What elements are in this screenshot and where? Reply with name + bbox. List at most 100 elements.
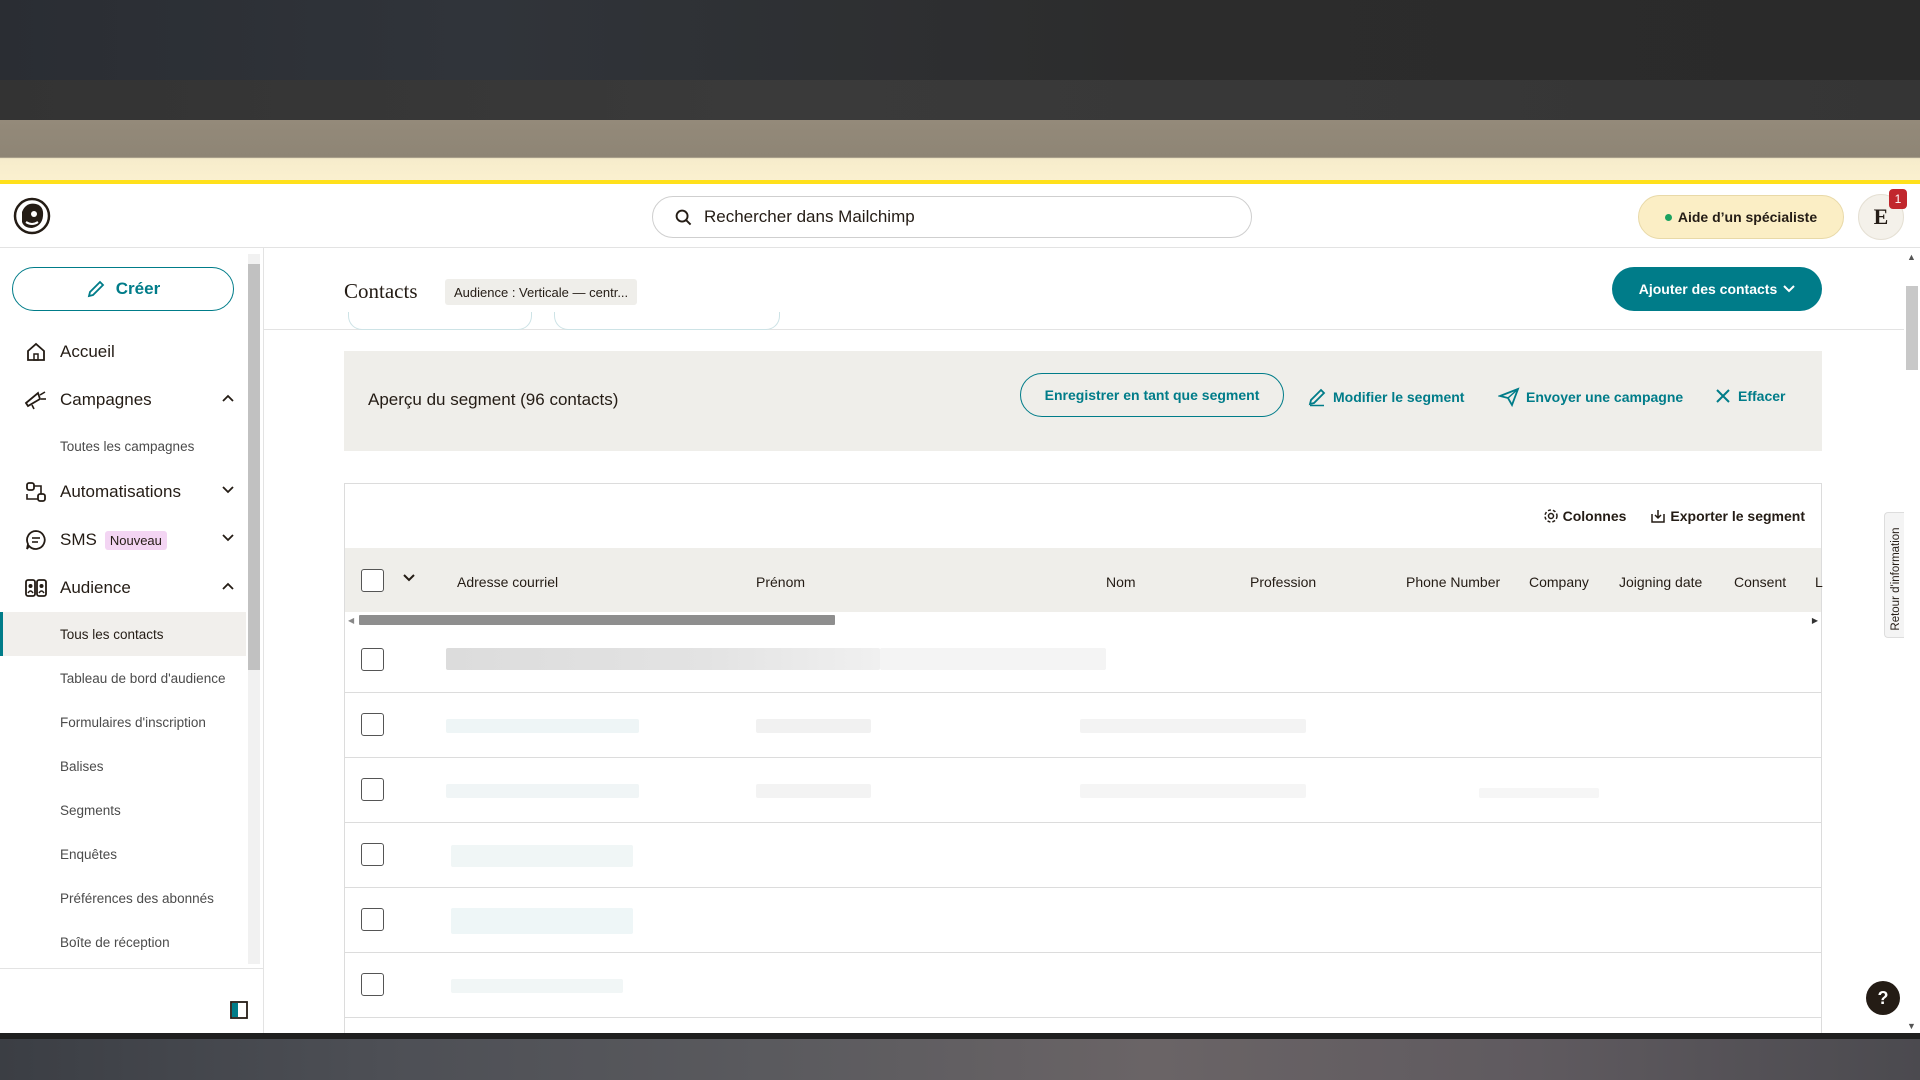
horizontal-scrollbar[interactable]: ◀ ▶ [345, 612, 1821, 628]
redacted-email [451, 908, 633, 934]
sidebar-item-toutes-les-campagnes[interactable]: Toutes les campagnes [0, 424, 246, 468]
column-header[interactable]: Company [1529, 574, 1589, 590]
nav-item-label: Campagnes [60, 390, 152, 409]
send-campaign-button[interactable]: Envoyer une campagne [1498, 387, 1683, 407]
online-status-dot [1664, 213, 1672, 221]
add-contacts-button[interactable]: Ajouter des contacts [1612, 267, 1822, 311]
column-header[interactable]: Joigning date [1619, 574, 1702, 590]
table-row[interactable] [345, 758, 1821, 823]
nav-item-audience[interactable]: Audience [0, 564, 246, 612]
sidebar-scrollbar-thumb[interactable] [248, 264, 260, 670]
nav-item-label: Accueil [60, 342, 115, 361]
table-row[interactable] [345, 953, 1821, 1018]
main-content: Contacts Audience : Verticale — centr...… [264, 248, 1920, 1033]
sidebar-item-preferences[interactable]: Préférences des abonnés [0, 876, 246, 920]
sidebar-scrollbar[interactable] [248, 254, 260, 964]
avatar-initial: E [1873, 204, 1889, 229]
row-checkbox[interactable] [361, 778, 384, 801]
clear-label: Effacer [1738, 388, 1786, 404]
row-checkbox[interactable] [361, 973, 384, 996]
sidebar-item-enquetes[interactable]: Enquêtes [0, 832, 246, 876]
page-title: Contacts [344, 279, 418, 303]
nav-item-label: SMS [60, 530, 97, 549]
create-button[interactable]: Créer [12, 267, 234, 311]
sidebar-item-formulaires[interactable]: Formulaires d'inscription [0, 700, 246, 744]
audience-icon [24, 576, 48, 600]
table-toolbar: Colonnes Exporter le segment [1519, 508, 1805, 524]
row-checkbox[interactable] [361, 908, 384, 931]
nav-item-label: Automatisations [60, 482, 181, 501]
help-button[interactable]: ? [1866, 981, 1900, 1015]
redacted-email [446, 719, 639, 733]
nav-item-campagnes[interactable]: Campagnes [0, 376, 246, 424]
redacted-first-name [756, 719, 871, 733]
table-row[interactable] [345, 888, 1821, 953]
column-header[interactable]: L [1815, 574, 1823, 590]
search-input[interactable]: Rechercher dans Mailchimp [652, 196, 1252, 238]
column-header[interactable]: Prénom [756, 574, 805, 590]
chevron-down-icon[interactable] [403, 574, 415, 582]
redacted-last-name [1080, 719, 1306, 733]
table-row[interactable] [345, 628, 1821, 693]
columns-button[interactable]: Colonnes [1543, 508, 1627, 524]
column-header[interactable]: Consent [1734, 574, 1786, 590]
automation-icon [24, 480, 48, 504]
column-header[interactable]: Profession [1250, 574, 1316, 590]
row-checkbox[interactable] [361, 713, 384, 736]
close-icon [1716, 389, 1730, 403]
select-all-checkbox[interactable] [361, 569, 384, 592]
save-segment-button[interactable]: Enregistrer en tant que segment [1020, 373, 1284, 417]
chevron-up-icon [222, 394, 234, 402]
scroll-right-arrow-icon[interactable]: ▶ [1812, 616, 1818, 625]
row-checkbox[interactable] [361, 843, 384, 866]
edit-segment-label: Modifier le segment [1333, 389, 1465, 405]
column-header[interactable]: Adresse courriel [457, 574, 558, 590]
redacted-first-name [880, 648, 1106, 670]
nav-item-sms[interactable]: SMS Nouveau [0, 516, 246, 564]
browser-address-bar [0, 80, 1920, 120]
clear-segment-button[interactable]: Effacer [1714, 387, 1785, 405]
column-header[interactable]: Phone Number [1406, 574, 1500, 590]
main-nav: Accueil Campagnes Toutes les campagnes A… [0, 328, 246, 964]
horizontal-scrollbar-thumb[interactable] [359, 615, 835, 625]
notice-banner [0, 120, 1920, 182]
export-segment-button[interactable]: Exporter le segment [1650, 508, 1805, 524]
collapse-sidebar-icon[interactable] [230, 1001, 248, 1019]
column-header[interactable]: Nom [1106, 574, 1136, 590]
redacted-last-name [1080, 784, 1306, 798]
sidebar-item-tous-les-contacts[interactable]: Tous les contacts [0, 612, 246, 656]
audience-chip[interactable]: Audience : Verticale — centr... [445, 279, 638, 305]
redacted-company [1479, 788, 1599, 798]
table-row[interactable] [345, 823, 1821, 888]
feedback-label: Retour d'information [1890, 527, 1902, 631]
sidebar-item-segments[interactable]: Segments [0, 788, 246, 832]
send-campaign-label: Envoyer une campagne [1526, 389, 1684, 405]
scroll-left-arrow-icon[interactable]: ◀ [348, 616, 354, 625]
redacted-email [446, 784, 639, 798]
sidebar-item-tableau-de-bord[interactable]: Tableau de bord d'audience [0, 656, 246, 700]
segment-title: Aperçu du segment (96 contacts) [368, 390, 619, 409]
search-placeholder: Rechercher dans Mailchimp [704, 207, 915, 226]
page-scrollbar-thumb[interactable] [1906, 286, 1918, 370]
sidebar-item-balises[interactable]: Balises [0, 744, 246, 788]
page-scrollbar[interactable]: ▲ ▼ [1904, 248, 1920, 1033]
expert-help-button[interactable]: Aide d’un spécialiste [1638, 195, 1844, 239]
nav-item-automatisations[interactable]: Automatisations [0, 468, 246, 516]
table-row[interactable] [345, 693, 1821, 758]
account-avatar[interactable]: E 1 [1858, 189, 1907, 240]
sidebar-item-boite-reception[interactable]: Boîte de réception [0, 920, 246, 964]
app-header: Rechercher dans Mailchimp Aide d’un spéc… [0, 184, 1920, 248]
mailchimp-logo-icon[interactable] [12, 196, 52, 236]
filter-pill[interactable] [348, 312, 532, 330]
filter-pill[interactable] [554, 312, 780, 330]
chevron-down-icon [222, 486, 234, 494]
nav-item-accueil[interactable]: Accueil [0, 328, 246, 376]
columns-label: Colonnes [1562, 508, 1627, 524]
feedback-tab[interactable]: Retour d'information [1884, 512, 1904, 638]
redacted-email [451, 979, 623, 993]
scroll-down-arrow-icon[interactable]: ▼ [1907, 1021, 1916, 1031]
row-checkbox[interactable] [361, 648, 384, 671]
edit-segment-button[interactable]: Modifier le segment [1307, 387, 1464, 407]
scroll-up-arrow-icon[interactable]: ▲ [1907, 252, 1916, 262]
export-label: Exporter le segment [1670, 508, 1805, 524]
